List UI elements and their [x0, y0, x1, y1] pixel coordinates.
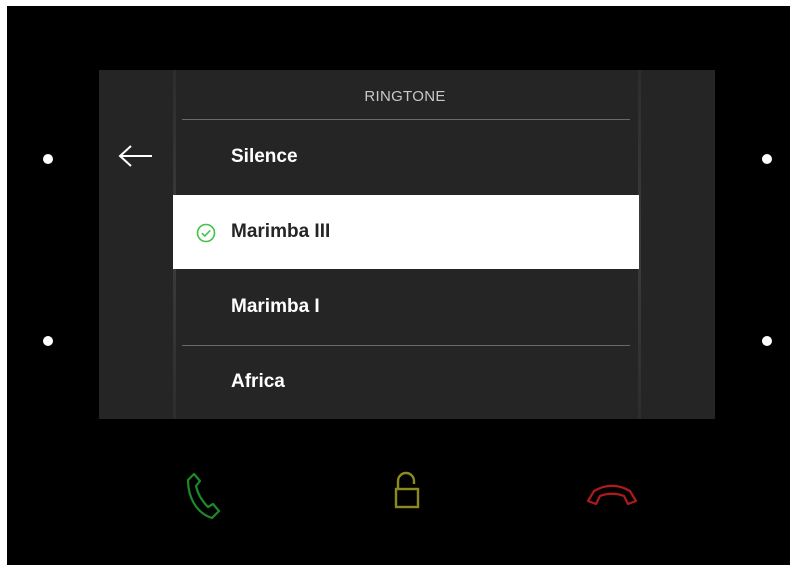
- indicator-dot-bottom-left: [43, 336, 53, 346]
- touch-screen: RINGTONE Silence Marimba III Marimba I A…: [99, 70, 715, 419]
- ringtone-label: Africa: [231, 371, 285, 392]
- ringtone-item-silence[interactable]: Silence: [173, 120, 639, 194]
- arrow-left-icon: [118, 145, 152, 167]
- indicator-dot-bottom-right: [762, 336, 772, 346]
- phone-answer-icon: [186, 472, 221, 520]
- hang-up-button[interactable]: [582, 476, 642, 512]
- ringtone-item-marimba-iii[interactable]: Marimba III: [173, 195, 639, 269]
- intercom-device: RINGTONE Silence Marimba III Marimba I A…: [7, 6, 790, 565]
- unlock-icon: [394, 471, 420, 509]
- ringtone-label: Marimba I: [231, 296, 320, 317]
- ringtone-label: Marimba III: [231, 221, 331, 242]
- phone-hangup-icon: [586, 484, 638, 506]
- indicator-dot-top-left: [43, 154, 53, 164]
- ringtone-item-marimba-i[interactable]: Marimba I: [173, 270, 639, 344]
- check-circle-icon: [196, 223, 216, 243]
- indicator-dot-top-right: [762, 154, 772, 164]
- ringtone-label: Silence: [231, 146, 298, 167]
- page-title: RINGTONE: [364, 88, 446, 105]
- back-button[interactable]: [116, 140, 156, 172]
- ringtone-item-africa[interactable]: Africa: [173, 345, 639, 419]
- answer-call-button[interactable]: [177, 466, 227, 526]
- unlock-door-button[interactable]: [387, 466, 427, 516]
